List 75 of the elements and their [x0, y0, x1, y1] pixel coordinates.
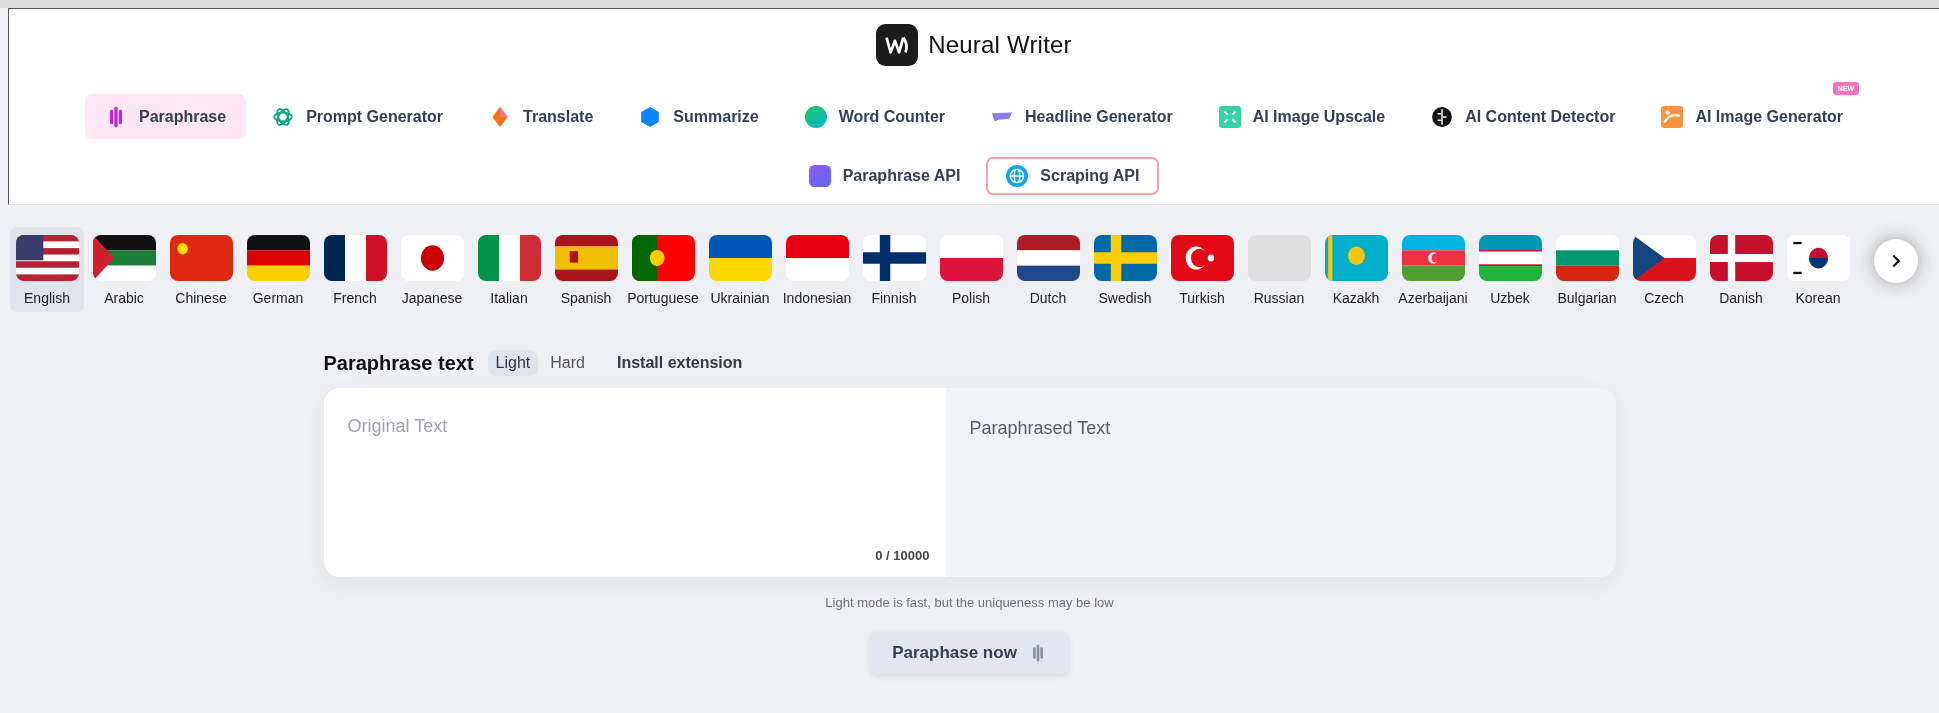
- flag-icon: [246, 235, 310, 281]
- language-option[interactable]: Japanese: [395, 227, 469, 312]
- language-option[interactable]: Uzbek: [1473, 227, 1547, 312]
- language-option[interactable]: Polish: [934, 227, 1008, 312]
- language-option[interactable]: Spanish: [549, 227, 623, 312]
- flag-icon: [1170, 235, 1234, 281]
- mode-toggle[interactable]: Light: [487, 350, 539, 376]
- language-option[interactable]: Swedish: [1088, 227, 1162, 312]
- language-option[interactable]: English: [10, 227, 84, 312]
- section-title: Paraphrase text: [323, 351, 474, 375]
- install-extension-link[interactable]: Install extension: [616, 354, 743, 372]
- language-option[interactable]: German: [241, 227, 315, 312]
- flag-icon: [15, 235, 79, 281]
- language-option[interactable]: Bulgarian: [1550, 227, 1624, 312]
- character-counter: 0 / 10000: [875, 548, 930, 563]
- flag-icon: [939, 235, 1003, 281]
- nav-tab[interactable]: AI Image Generator: [1641, 94, 1863, 139]
- flag-icon: [323, 235, 387, 281]
- language-option[interactable]: Dutch: [1011, 227, 1085, 312]
- nav-tab[interactable]: Prompt Generator: [252, 94, 464, 139]
- language-option[interactable]: Ukrainian: [703, 227, 777, 312]
- logo-icon: [876, 24, 919, 66]
- language-option[interactable]: Kazakh: [1319, 227, 1393, 312]
- language-option[interactable]: Indonesian: [780, 227, 854, 312]
- circle-icon: [804, 105, 827, 128]
- nav-tab[interactable]: Word Counter: [784, 94, 966, 139]
- nav-tab[interactable]: Scraping API: [986, 157, 1160, 195]
- square-icon: [808, 165, 831, 187]
- mode-hint: Light mode is fast, but the uniqueness may be low: [825, 595, 1114, 610]
- flag-icon: [1401, 235, 1465, 281]
- language-option[interactable]: Arabic: [87, 227, 161, 312]
- flag-icon: [477, 235, 541, 281]
- language-option[interactable]: Portuguese: [626, 227, 700, 312]
- image-icon: [1661, 105, 1684, 128]
- flag-icon: [1093, 235, 1157, 281]
- flag-icon: [1324, 235, 1388, 281]
- next-button[interactable]: [1874, 239, 1918, 283]
- language-option[interactable]: Russian: [1242, 227, 1316, 312]
- flag-icon: [785, 235, 849, 281]
- flag-icon: [1555, 235, 1619, 281]
- mode-toggle[interactable]: Hard: [542, 350, 593, 376]
- flag-icon: [169, 235, 233, 281]
- nav-tab[interactable]: AI Image Upscale: [1198, 94, 1406, 139]
- flag-icon: [1016, 235, 1080, 281]
- expand-icon: [1218, 105, 1241, 128]
- knot-icon: [272, 105, 295, 128]
- flag-icon: [1478, 235, 1542, 281]
- language-option[interactable]: Azerbaijani: [1396, 227, 1470, 312]
- nav-tab[interactable]: Headline Generator: [971, 94, 1193, 139]
- brand-name: Neural Writer: [928, 31, 1072, 59]
- language-option[interactable]: Czech: [1627, 227, 1701, 312]
- nav-tab[interactable]: AI Content Detector: [1411, 94, 1636, 139]
- flag-icon: [554, 235, 618, 281]
- language-option[interactable]: Turkish: [1165, 227, 1239, 312]
- language-option[interactable]: French: [318, 227, 392, 312]
- globe-icon: [1006, 165, 1029, 187]
- flag-icon: [400, 235, 464, 281]
- nav-tab[interactable]: Summarize: [619, 94, 779, 139]
- paraphrase-button[interactable]: Paraphase now: [870, 632, 1069, 674]
- language-option[interactable]: Italian: [472, 227, 546, 312]
- flag-icon: [1632, 235, 1696, 281]
- language-option[interactable]: Chinese: [164, 227, 238, 312]
- flag-icon: [1786, 235, 1850, 281]
- language-option[interactable]: Finnish: [857, 227, 931, 312]
- nav-tab[interactable]: Translate: [469, 94, 614, 139]
- flag-icon: [92, 235, 156, 281]
- nav-tab[interactable]: Paraphrase: [84, 94, 247, 139]
- nav-tab[interactable]: Paraphrase API: [788, 157, 981, 195]
- language-option[interactable]: Korean: [1781, 227, 1855, 312]
- flag-icon: [631, 235, 695, 281]
- flag-icon: [1709, 235, 1773, 281]
- flag-icon: [862, 235, 926, 281]
- hexagon-icon: [639, 105, 662, 128]
- flag-icon: [708, 235, 772, 281]
- language-option[interactable]: Danish: [1704, 227, 1778, 312]
